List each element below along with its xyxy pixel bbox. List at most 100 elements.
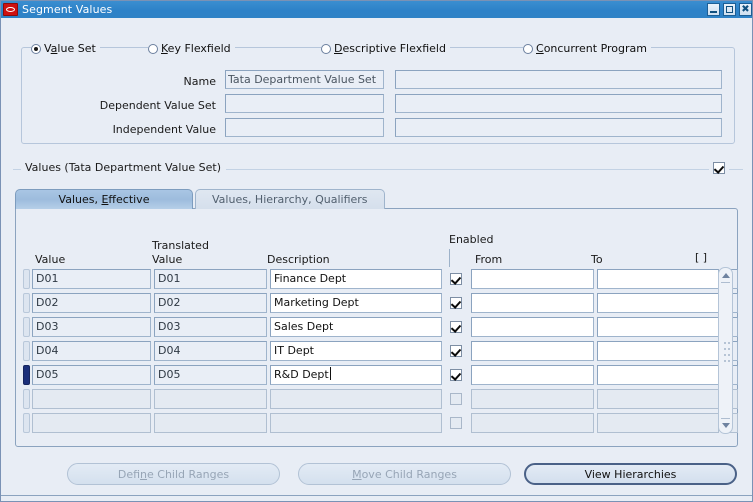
- cell-from-date[interactable]: [471, 269, 594, 289]
- row-indicator[interactable]: [23, 413, 30, 433]
- row-indicator[interactable]: [23, 365, 30, 385]
- tab-values-effective[interactable]: Values, Effective: [15, 189, 193, 209]
- radio-label-descriptive-flexfield: Descriptive Flexfield: [334, 42, 446, 55]
- cell-description[interactable]: Marketing Dept: [270, 293, 442, 313]
- values-section-checkbox[interactable]: [713, 162, 725, 174]
- cell-value[interactable]: [32, 389, 151, 409]
- cell-value[interactable]: [32, 413, 151, 433]
- cell-description[interactable]: Sales Dept: [270, 317, 442, 337]
- enabled-checkbox[interactable]: [450, 321, 462, 333]
- cell-translated-value[interactable]: D01: [154, 269, 267, 289]
- cell-translated-value[interactable]: [154, 413, 267, 433]
- row-indicator[interactable]: [23, 269, 30, 289]
- table-row[interactable]: D01D01Finance Dept: [23, 269, 729, 293]
- row-indicator[interactable]: [23, 341, 30, 361]
- tab-values-hierarchy-qualifiers[interactable]: Values, Hierarchy, Qualifiers: [195, 189, 385, 209]
- enabled-checkbox[interactable]: [450, 273, 462, 285]
- values-section-label: Values (Tata Department Value Set): [21, 161, 226, 174]
- cell-from-date[interactable]: [471, 389, 594, 409]
- enabled-checkbox[interactable]: [450, 369, 462, 381]
- independent-value-input[interactable]: [225, 118, 384, 137]
- cell-from-date[interactable]: [471, 293, 594, 313]
- cell-to-date[interactable]: [597, 413, 719, 433]
- enabled-checkbox[interactable]: [450, 345, 462, 357]
- cell-enabled-wrap: [445, 269, 467, 289]
- scrollbar-grip[interactable]: [723, 340, 730, 366]
- cell-enabled-wrap: [445, 317, 467, 337]
- radio-indicator-concurrent-program: [523, 44, 533, 54]
- cell-value[interactable]: D04: [32, 341, 151, 361]
- cell-from-date[interactable]: [471, 413, 594, 433]
- row-indicator[interactable]: [23, 389, 30, 409]
- move-child-ranges-label: Move Child Ranges: [352, 468, 457, 481]
- view-hierarchies-button[interactable]: View Hierarchies: [524, 463, 737, 485]
- cell-from-date[interactable]: [471, 317, 594, 337]
- cell-to-date[interactable]: [597, 317, 719, 337]
- close-icon[interactable]: ✖: [739, 3, 752, 16]
- cell-translated-value[interactable]: D05: [154, 365, 267, 385]
- window-titlebar: Segment Values ✖: [1, 1, 753, 18]
- row-indicator[interactable]: [23, 293, 30, 313]
- header-from: From: [475, 253, 502, 266]
- header-flag: [ ]: [695, 251, 707, 264]
- maximize-icon[interactable]: [723, 3, 736, 16]
- cell-from-date[interactable]: [471, 341, 594, 361]
- radio-value-set[interactable]: Value Set: [31, 42, 100, 55]
- cell-to-date[interactable]: [597, 293, 719, 313]
- cell-value[interactable]: D03: [32, 317, 151, 337]
- independent-value-description-input[interactable]: [395, 118, 722, 137]
- window-title: Segment Values: [22, 3, 112, 16]
- move-child-ranges-button[interactable]: Move Child Ranges: [298, 463, 511, 485]
- row-indicator[interactable]: [23, 317, 30, 337]
- window-controls: ✖: [707, 3, 752, 16]
- independent-value-label: Independent Value: [61, 123, 216, 136]
- dependent-value-set-description-input[interactable]: [395, 94, 722, 113]
- table-row[interactable]: D05D05R&D Dept: [23, 365, 729, 389]
- name-input[interactable]: [225, 70, 384, 89]
- cell-enabled-wrap: [445, 341, 467, 361]
- enabled-checkbox[interactable]: [450, 393, 462, 405]
- minimize-icon[interactable]: [707, 3, 720, 16]
- table-row[interactable]: D04D04IT Dept: [23, 341, 729, 365]
- radio-key-flexfield[interactable]: Key Flexfield: [148, 42, 235, 55]
- name-label: Name: [61, 75, 216, 88]
- table-row[interactable]: D03D03Sales Dept: [23, 317, 729, 341]
- define-child-ranges-button[interactable]: Define Child Ranges: [67, 463, 280, 485]
- cell-value[interactable]: D05: [32, 365, 151, 385]
- cell-to-date[interactable]: [597, 389, 719, 409]
- scroll-down-icon[interactable]: [720, 420, 731, 431]
- oracle-logo-icon: [3, 3, 18, 16]
- table-row[interactable]: [23, 389, 729, 413]
- enabled-checkbox[interactable]: [450, 417, 462, 429]
- cell-translated-value[interactable]: D02: [154, 293, 267, 313]
- cell-from-date[interactable]: [471, 365, 594, 385]
- scroll-up-icon[interactable]: [720, 270, 731, 281]
- dependent-value-set-input[interactable]: [225, 94, 384, 113]
- values-grid-scrollbar[interactable]: [718, 267, 733, 434]
- cell-translated-value[interactable]: D04: [154, 341, 267, 361]
- table-row[interactable]: D02D02Marketing Dept: [23, 293, 729, 317]
- cell-description[interactable]: IT Dept: [270, 341, 442, 361]
- radio-label-key-flexfield: Key Flexfield: [161, 42, 231, 55]
- cell-value[interactable]: D01: [32, 269, 151, 289]
- name-description-input[interactable]: [395, 70, 722, 89]
- segment-values-window: Segment Values ✖ Value Set Key Flexfield…: [0, 0, 753, 502]
- define-child-ranges-label: Define Child Ranges: [118, 468, 229, 481]
- table-row[interactable]: [23, 413, 729, 437]
- cell-description[interactable]: [270, 389, 442, 409]
- radio-descriptive-flexfield[interactable]: Descriptive Flexfield: [321, 42, 450, 55]
- cell-description[interactable]: Finance Dept: [270, 269, 442, 289]
- enabled-checkbox[interactable]: [450, 297, 462, 309]
- cell-to-date[interactable]: [597, 365, 719, 385]
- cell-to-date[interactable]: [597, 341, 719, 361]
- tab-values-hierarchy-qualifiers-label: Values, Hierarchy, Qualifiers: [212, 193, 368, 206]
- cell-value[interactable]: D02: [32, 293, 151, 313]
- cell-translated-value[interactable]: [154, 389, 267, 409]
- cell-enabled-wrap: [445, 413, 467, 433]
- radio-concurrent-program[interactable]: Concurrent Program: [523, 42, 651, 55]
- cell-to-date[interactable]: [597, 269, 719, 289]
- source-type-radio-group: Value Set Key Flexfield Descriptive Flex…: [21, 42, 735, 55]
- cell-translated-value[interactable]: D03: [154, 317, 267, 337]
- cell-description[interactable]: [270, 413, 442, 433]
- cell-description[interactable]: R&D Dept: [270, 365, 442, 385]
